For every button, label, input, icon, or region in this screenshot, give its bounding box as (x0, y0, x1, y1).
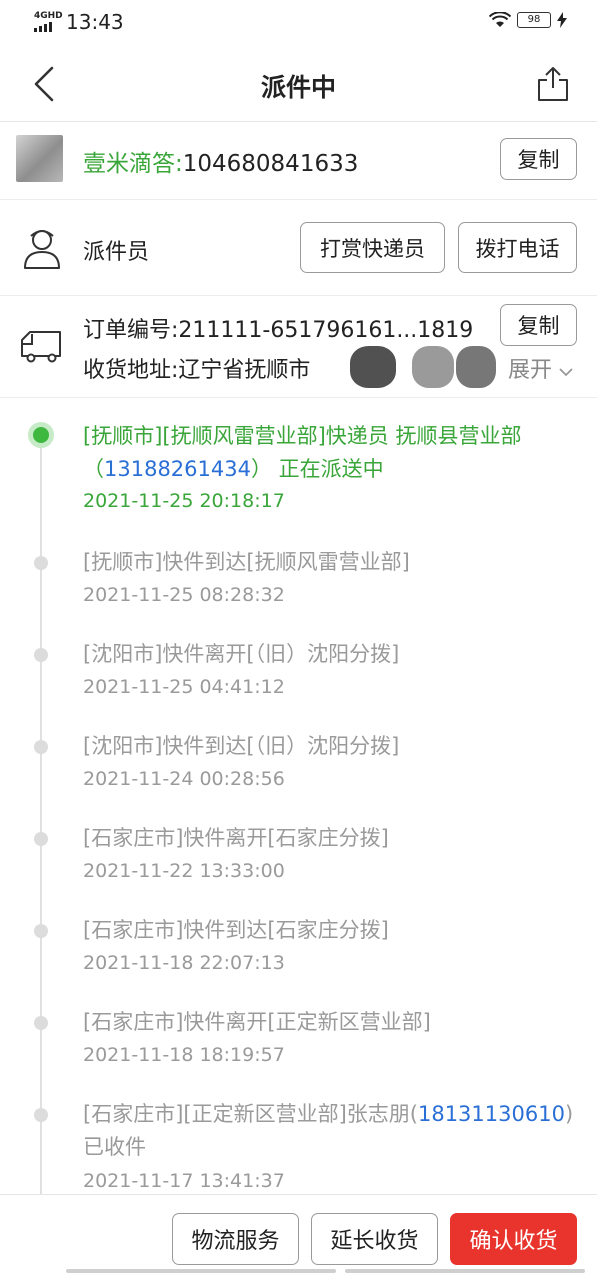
timeline-dot (34, 1016, 48, 1030)
bottom-action-bar: 物流服务 延长收货 确认收货 (0, 1194, 597, 1280)
logistics-timeline: [抚顺市][抚顺风雷营业部]快递员 抚顺县营业部（13188261434） 正在… (0, 398, 597, 1194)
carrier-name: 壹米滴答: (83, 151, 183, 177)
product-thumbnail (16, 135, 63, 182)
reward-courier-button[interactable]: 打赏快递员 (300, 222, 445, 273)
timeline-dot (34, 1108, 48, 1122)
timeline-dot (34, 648, 48, 662)
chevron-down-icon (559, 368, 573, 377)
copy-order-button[interactable]: 复制 (500, 304, 577, 346)
timeline-text: [抚顺市][抚顺风雷营业部]快递员 抚顺县营业部（13188261434） 正在… (83, 424, 522, 481)
phone-link[interactable]: 18131130610 (418, 1102, 565, 1126)
scroll-handle (66, 1269, 336, 1273)
timeline-text: [石家庄市][正定新区营业部]张志朋(18131130610) 已收件 (83, 1102, 574, 1159)
status-bar: 4GHD 13:43 98 (0, 0, 597, 46)
courier-label: 派件员 (83, 240, 150, 265)
battery-icon: 98 (517, 12, 551, 28)
phone-link[interactable]: 13188261434 (104, 457, 251, 481)
wifi-icon (489, 12, 511, 27)
page-title: 派件中 (260, 73, 336, 102)
signal-icon (34, 22, 52, 32)
timeline-line (40, 436, 42, 1194)
timeline-text: [石家庄市]快件离开[正定新区营业部] (83, 1010, 431, 1034)
share-icon[interactable] (535, 64, 571, 104)
courier-person-icon (24, 230, 60, 269)
timeline-time: 2021-11-17 13:41:37 (83, 1170, 285, 1192)
tracking-info: 壹米滴答:104680841633 (83, 144, 358, 178)
copy-tracking-button[interactable]: 复制 (500, 138, 577, 180)
tracking-number: 104680841633 (182, 151, 359, 177)
delivery-address: 收货地址:辽宁省抚顺市 (83, 352, 310, 384)
timeline-time: 2021-11-22 13:33:00 (83, 860, 285, 882)
call-courier-button[interactable]: 拨打电话 (458, 222, 577, 273)
order-number-value: 211111-651796161...1819 (178, 318, 474, 343)
timeline-text: [抚顺市]快件到达[抚顺风雷营业部] (83, 550, 410, 574)
timeline-text: [沈阳市]快件到达[（旧）沈阳分拨] (83, 734, 400, 758)
extend-receipt-button[interactable]: 延长收货 (311, 1213, 438, 1265)
nav-bar: 派件中 (0, 46, 597, 122)
timeline-dot (34, 740, 48, 754)
timeline-time: 2021-11-25 20:18:17 (83, 490, 285, 512)
status-time: 13:43 (66, 10, 124, 34)
tracking-row: 壹米滴答:104680841633 复制 (0, 122, 597, 200)
truck-icon (21, 331, 61, 363)
timeline-text: [石家庄市]快件到达[石家庄分拨] (83, 918, 389, 942)
timeline-dot (34, 556, 48, 570)
courier-row: 派件员 打赏快递员 拨打电话 (0, 200, 597, 296)
timeline-time: 2021-11-18 22:07:13 (83, 952, 285, 974)
timeline-dot (34, 832, 48, 846)
redaction-scribble (412, 346, 454, 388)
redaction-scribble (456, 346, 496, 388)
address-value: 辽宁省抚顺市 (178, 358, 311, 383)
order-number: 订单编号:211111-651796161...1819 (83, 312, 493, 344)
confirm-receipt-button[interactable]: 确认收货 (450, 1213, 577, 1265)
expand-label: 展开 (508, 358, 553, 383)
timeline-time: 2021-11-25 08:28:32 (83, 584, 285, 606)
order-row: 订单编号:211111-651796161...1819 复制 收货地址:辽宁省… (0, 296, 597, 398)
scroll-handle (345, 1269, 585, 1273)
timeline-time: 2021-11-25 04:41:12 (83, 676, 285, 698)
timeline-current-dot (28, 422, 54, 448)
order-number-label: 订单编号: (83, 318, 179, 343)
redaction-scribble (350, 346, 396, 388)
timeline-time: 2021-11-24 00:28:56 (83, 768, 285, 790)
timeline-text: [沈阳市]快件离开[（旧）沈阳分拨] (83, 642, 400, 666)
address-label: 收货地址: (83, 358, 179, 383)
logistics-service-button[interactable]: 物流服务 (172, 1213, 299, 1265)
network-indicator: 4GHD (34, 11, 63, 21)
charging-icon (557, 12, 567, 28)
timeline-text: [石家庄市]快件离开[石家庄分拨] (83, 826, 389, 850)
timeline-dot (34, 924, 48, 938)
expand-address-toggle[interactable]: 展开 (508, 352, 573, 384)
timeline-time: 2021-11-18 18:19:57 (83, 1044, 285, 1066)
